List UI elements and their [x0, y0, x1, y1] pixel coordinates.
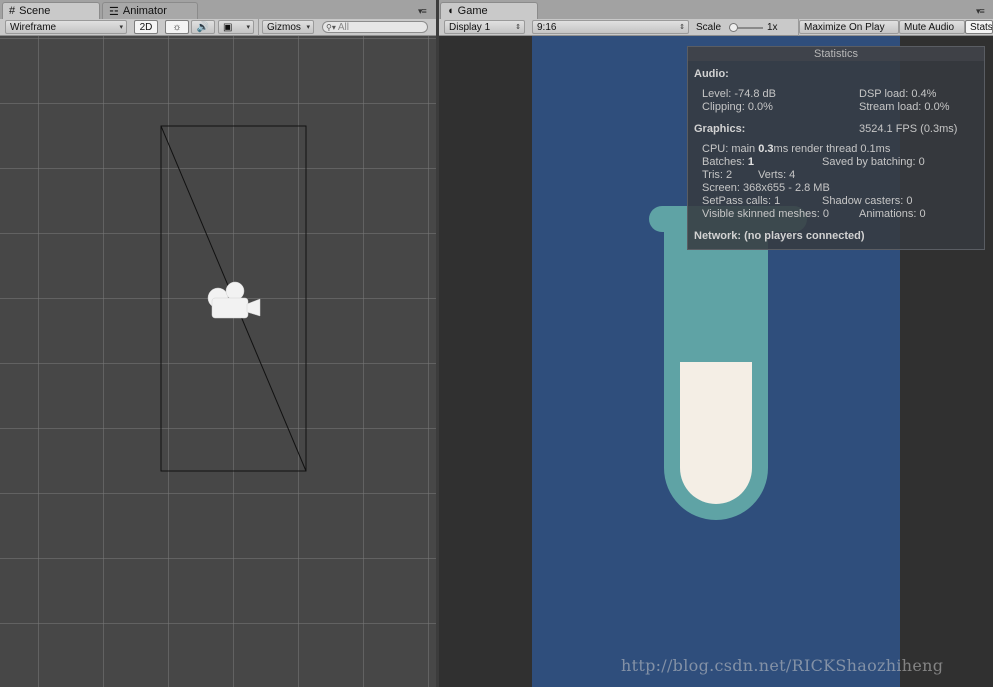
- saved-by-batching: Saved by batching: 0: [822, 156, 925, 168]
- graphics-heading: Graphics:: [694, 123, 746, 135]
- image-icon: ▣: [223, 21, 233, 33]
- tab-animator[interactable]: ☲ Animator: [102, 2, 198, 19]
- shadow-casters: Shadow casters: 0: [822, 195, 913, 207]
- dsp-load: DSP load: 0.4%: [859, 88, 937, 100]
- animations-count: Animations: 0: [859, 208, 926, 220]
- display-label: Display 1: [449, 21, 491, 33]
- mute-audio-toggle[interactable]: Mute Audio: [899, 20, 965, 34]
- game-toolbar: Display 1 ⇕ 9:16 ⇕ Scale 1x Maximize On …: [439, 19, 993, 36]
- watermark-text: http://blog.csdn.net/RICKShaozhiheng: [621, 656, 944, 675]
- scene-wireframe: [160, 125, 307, 472]
- chevron-down-icon: ▾: [306, 24, 310, 31]
- maximize-on-play-toggle[interactable]: Maximize On Play: [799, 20, 899, 34]
- tab-scene[interactable]: # Scene: [2, 2, 100, 19]
- scale-value: 1x: [767, 22, 778, 33]
- maximize-on-play-label: Maximize On Play: [804, 21, 885, 33]
- setpass-calls: SetPass calls: 1: [702, 195, 781, 207]
- gizmos-label: Gizmos: [267, 21, 301, 33]
- game-viewport[interactable]: Statistics Audio: Level: -74.8 dB DSP lo…: [439, 36, 993, 687]
- tab-game[interactable]: ◖ Game: [440, 2, 538, 19]
- batches-value: 1: [747, 156, 754, 168]
- mute-audio-label: Mute Audio: [904, 21, 955, 33]
- lighting-toggle[interactable]: ☼: [165, 20, 189, 34]
- scale-slider[interactable]: [729, 23, 763, 32]
- panel-menu-icon[interactable]: ▾≡: [418, 6, 427, 17]
- scale-label: Scale: [696, 22, 722, 33]
- toolbar-separator: [258, 19, 259, 36]
- search-input[interactable]: ⚲▾ All: [322, 21, 428, 33]
- chevron-down-icon: ▾: [119, 24, 123, 31]
- statistics-overlay: Statistics Audio: Level: -74.8 dB DSP lo…: [687, 46, 985, 250]
- shading-mode-label: Wireframe: [10, 21, 57, 33]
- chevron-updown-icon: ⇕: [515, 24, 521, 31]
- audio-toggle[interactable]: 🔊: [191, 20, 215, 34]
- chevron-down-icon: ▾: [246, 24, 250, 31]
- camera-gizmo-icon[interactable]: [207, 281, 261, 319]
- stream-load: Stream load: 0.0%: [859, 101, 950, 113]
- tab-game-label: Game: [457, 5, 488, 17]
- animator-icon: ☲: [109, 5, 119, 18]
- aspect-label: 9:16: [537, 21, 557, 33]
- search-icon: ⚲▾: [326, 22, 336, 32]
- cpu-timing: CPU: main 0.3ms render thread 0.1ms: [702, 143, 890, 155]
- skinned-meshes: Visible skinned meshes: 0: [702, 208, 829, 220]
- chevron-updown-icon: ⇕: [679, 24, 685, 31]
- pacman-icon: ◖: [447, 5, 454, 17]
- cpu-main-value: 0.3: [758, 143, 774, 155]
- panel-menu-icon[interactable]: ▾≡: [976, 6, 985, 17]
- shading-mode-dropdown[interactable]: Wireframe ▾: [5, 20, 127, 34]
- scene-viewport[interactable]: [0, 36, 436, 687]
- audio-level: Level: -74.8 dB: [702, 88, 776, 100]
- scene-toolbar: Wireframe ▾ 2D ☼ 🔊 ▣ ▾ Gizmos ▾ ⚲▾ All: [0, 19, 436, 36]
- search-placeholder: All: [337, 21, 349, 33]
- fps-readout: 3524.1 FPS (0.3ms): [859, 123, 958, 135]
- verts-count: Verts: 4: [758, 169, 796, 181]
- tab-scene-label: Scene: [19, 5, 51, 17]
- tab-animator-label: Animator: [122, 5, 167, 17]
- 2d-toggle[interactable]: 2D: [134, 20, 158, 34]
- grid-icon: #: [9, 5, 16, 17]
- statistics-title: Statistics: [688, 47, 984, 61]
- effects-dropdown[interactable]: ▣ ▾: [218, 20, 254, 34]
- cpu-suffix: ms render thread 0.1ms: [773, 143, 891, 155]
- display-dropdown[interactable]: Display 1 ⇕: [444, 20, 525, 34]
- 2d-toggle-label: 2D: [139, 21, 153, 33]
- network-status: Network: (no players connected): [694, 230, 865, 242]
- stats-label: Stats: [970, 21, 993, 33]
- stats-toggle[interactable]: Stats: [965, 20, 993, 34]
- tris-count: Tris: 2: [702, 169, 733, 181]
- batches: Batches: 1: [702, 156, 754, 168]
- sun-icon: ☼: [172, 21, 182, 33]
- gizmos-dropdown[interactable]: Gizmos ▾: [262, 20, 314, 34]
- batches-prefix: Batches:: [702, 156, 748, 168]
- speaker-icon: 🔊: [196, 21, 210, 33]
- tube-liquid: [680, 362, 752, 504]
- scale-slider-handle[interactable]: [729, 23, 738, 32]
- screen-info: Screen: 368x655 - 2.8 MB: [702, 182, 830, 194]
- game-tabstrip: ◖ Game ▾≡: [439, 0, 993, 19]
- aspect-dropdown[interactable]: 9:16 ⇕: [532, 20, 689, 34]
- audio-clipping: Clipping: 0.0%: [702, 101, 773, 113]
- cpu-prefix: CPU: main: [702, 143, 759, 155]
- scene-tabstrip: # Scene ☲ Animator ▾≡: [0, 0, 436, 19]
- audio-heading: Audio:: [694, 68, 729, 80]
